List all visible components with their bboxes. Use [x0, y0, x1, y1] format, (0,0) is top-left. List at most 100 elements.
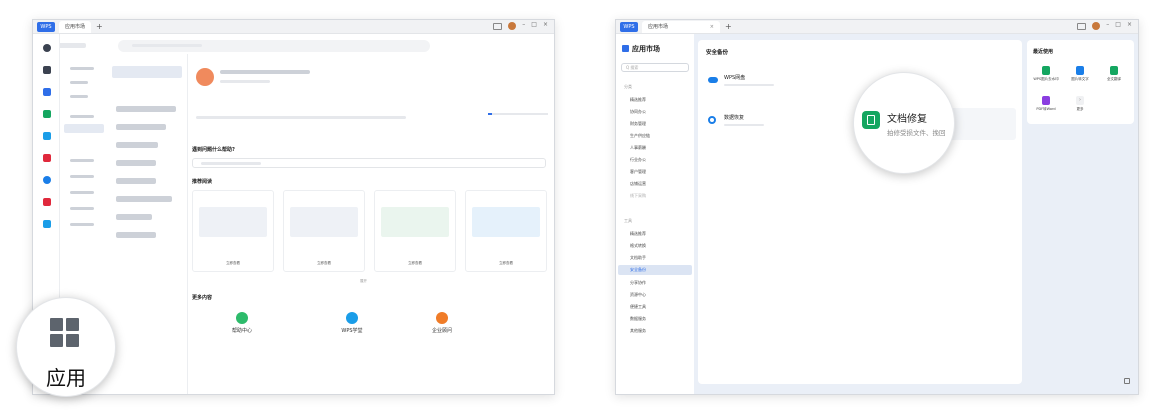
team-row[interactable]	[116, 178, 156, 184]
team-row[interactable]	[116, 160, 156, 166]
recent-app-watermark[interactable]: WPS图片去水印	[1031, 66, 1061, 82]
grid-apps-icon[interactable]	[50, 318, 80, 348]
nav-pdf[interactable]	[33, 154, 60, 164]
nav-doc[interactable]	[33, 88, 60, 98]
nav-apps[interactable]	[33, 220, 60, 230]
team-row[interactable]	[116, 142, 158, 148]
nav-row[interactable]	[70, 175, 94, 178]
team-icon	[42, 132, 51, 140]
recent-app-pdf-to-word[interactable]: PDF转Word	[1031, 96, 1061, 112]
tab-close-icon[interactable]: ×	[710, 21, 714, 33]
plus-icon	[42, 44, 51, 52]
wps-tab[interactable]: WPS	[37, 21, 55, 32]
recent-app-translate[interactable]: 全文翻译	[1099, 66, 1129, 82]
sidebar-item[interactable]: 分享协作	[630, 280, 646, 286]
sidebar-item[interactable]: 格式转换	[630, 243, 646, 249]
sidebar-item[interactable]: 生产供应链	[630, 133, 650, 139]
sidebar-item[interactable]: 其他服务	[630, 328, 646, 334]
expand-link[interactable]: 展开	[360, 279, 367, 284]
maximize-icon[interactable]: □	[1115, 21, 1121, 30]
tab-app-market[interactable]: 应用市场 ×	[642, 20, 720, 33]
nav-row-active[interactable]	[64, 124, 104, 133]
sidebar-item[interactable]: 协同办公	[630, 109, 646, 115]
doc-repair-desc: 拍修受损文件、挽回	[887, 129, 946, 137]
toolbox-icon	[42, 198, 51, 206]
user-avatar[interactable]	[508, 22, 517, 30]
new-tab-button[interactable]: +	[725, 21, 732, 33]
sidebar-item[interactable]: 人事薪酬	[630, 145, 646, 151]
nav-row[interactable]	[70, 191, 94, 194]
article-thumb	[381, 207, 449, 237]
image-to-text-icon	[1076, 66, 1084, 75]
nav-row[interactable]	[70, 81, 88, 84]
sidebar-item[interactable]: 客户管理	[630, 169, 646, 175]
layout-icon[interactable]	[493, 23, 503, 30]
close-icon[interactable]: ×	[543, 21, 548, 30]
sidebar-item[interactable]: 资源中心	[630, 292, 646, 298]
sidebar-item[interactable]: 线下采购	[630, 193, 646, 199]
tab-app-market[interactable]: 应用市场	[59, 20, 92, 33]
article-card[interactable]: 立即查看	[192, 190, 274, 272]
nav-team[interactable]	[33, 132, 60, 142]
sidebar-item-security-backup[interactable]: 安全备份	[630, 267, 646, 273]
layout-icon[interactable]	[1077, 23, 1087, 30]
feedback-icon[interactable]	[1124, 378, 1130, 384]
help-center-card[interactable]: 帮助中心	[212, 312, 272, 334]
app-item-data-recovery[interactable]: 数据恢复	[706, 114, 856, 132]
sidebar-item[interactable]: 便捷工具	[630, 304, 646, 310]
article-card[interactable]: 立即查看	[283, 190, 365, 272]
sidebar-item[interactable]: 文档助手	[630, 255, 646, 261]
image-watermark-icon	[1042, 66, 1050, 75]
nav-row[interactable]	[70, 207, 94, 210]
user-avatar[interactable]	[1092, 22, 1101, 30]
tab-label: 应用市场	[65, 23, 86, 30]
help-search-input[interactable]	[192, 158, 546, 168]
minimize-icon[interactable]: –	[522, 21, 525, 30]
sidebar-item[interactable]: 财务管理	[630, 121, 646, 127]
global-search-input[interactable]	[118, 40, 430, 52]
nav-row[interactable]	[70, 223, 94, 226]
recent-app-ocr[interactable]: 图片转文字	[1065, 66, 1095, 82]
wps-academy-card[interactable]: WPS学堂	[322, 312, 382, 334]
apps-label[interactable]: 应用	[17, 362, 115, 391]
team-row[interactable]	[116, 124, 166, 130]
minimize-icon[interactable]: –	[1106, 21, 1109, 30]
team-row-active[interactable]	[112, 66, 182, 78]
article-link[interactable]: 立即查看	[375, 261, 455, 266]
nav-row[interactable]	[70, 67, 94, 70]
sidebar-item[interactable]: 精选推荐	[630, 97, 646, 103]
team-row[interactable]	[116, 106, 176, 112]
sidebar-search-input[interactable]: Q 搜索	[621, 63, 689, 72]
article-link[interactable]: 立即查看	[466, 261, 546, 266]
nav-row[interactable]	[70, 95, 88, 98]
doc-repair-icon[interactable]	[862, 111, 880, 129]
nav-tools[interactable]	[33, 198, 60, 208]
team-row[interactable]	[116, 232, 156, 238]
close-icon[interactable]: ×	[1127, 21, 1132, 30]
sidebar-item[interactable]: 店铺运营	[630, 181, 646, 187]
new-tab-button[interactable]: +	[96, 21, 103, 33]
article-link[interactable]: 立即查看	[284, 261, 364, 266]
doc-repair-title[interactable]: 文档修复	[887, 110, 927, 125]
article-link[interactable]: 立即查看	[193, 261, 273, 266]
nav-new[interactable]	[33, 44, 60, 54]
enterprise-advisor-card[interactable]: 企业顾问	[412, 312, 472, 334]
app-item-wps-drive[interactable]: WPS网盘	[706, 74, 856, 92]
nav-cloud[interactable]	[33, 176, 60, 186]
nav-calendar[interactable]	[33, 110, 60, 120]
org-info	[196, 116, 406, 119]
article-card[interactable]: 立即查看	[465, 190, 547, 272]
sidebar-item[interactable]: 行业办公	[630, 157, 646, 163]
recent-app-more[interactable]: › 更多	[1065, 96, 1095, 112]
nav-open[interactable]	[33, 66, 60, 76]
team-row[interactable]	[116, 214, 152, 220]
sidebar-item[interactable]: 精选推荐	[630, 231, 646, 237]
apps-magnifier: 应用	[16, 297, 116, 397]
nav-row[interactable]	[70, 159, 94, 162]
sidebar-item[interactable]: 数据服务	[630, 316, 646, 322]
maximize-icon[interactable]: □	[531, 21, 537, 30]
article-card[interactable]: 立即查看	[374, 190, 456, 272]
nav-row[interactable]	[70, 115, 94, 118]
wps-tab[interactable]: WPS	[620, 21, 638, 32]
team-row[interactable]	[116, 196, 172, 202]
